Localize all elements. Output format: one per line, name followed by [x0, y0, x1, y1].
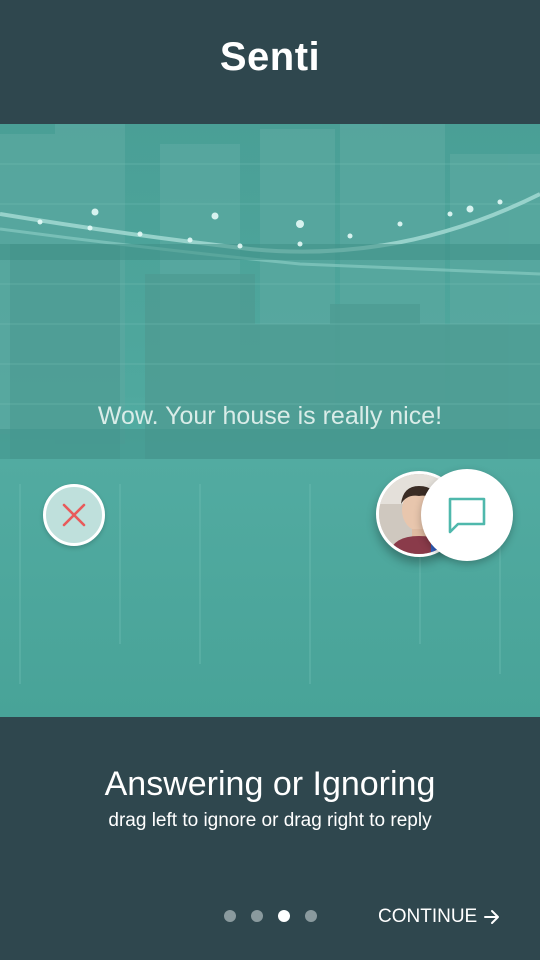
close-icon [62, 503, 86, 527]
section-subtitle: drag left to ignore or drag right to rep… [108, 810, 432, 831]
section-title: Answering or Ignoring [104, 765, 436, 803]
chat-bubble-icon [448, 497, 486, 534]
onboarding-illustration: Wow. Your house is really nice! [0, 124, 540, 717]
arrow-right-icon [484, 910, 500, 924]
page-indicator [224, 910, 317, 922]
continue-button[interactable]: CONTINUE [378, 903, 501, 931]
page-dot [251, 910, 263, 922]
app-title: Senti [219, 34, 321, 79]
page-dot [278, 910, 290, 922]
page-dot [224, 910, 236, 922]
onboarding-footer: Answering or Ignoring drag left to ignor… [0, 717, 540, 960]
reply-button[interactable] [421, 469, 513, 561]
message-preview: Wow. Your house is really nice! [97, 402, 443, 430]
app-header: Senti [0, 0, 540, 124]
page-dot [305, 910, 317, 922]
ignore-button[interactable] [43, 484, 105, 546]
continue-label: CONTINUE [378, 906, 478, 927]
